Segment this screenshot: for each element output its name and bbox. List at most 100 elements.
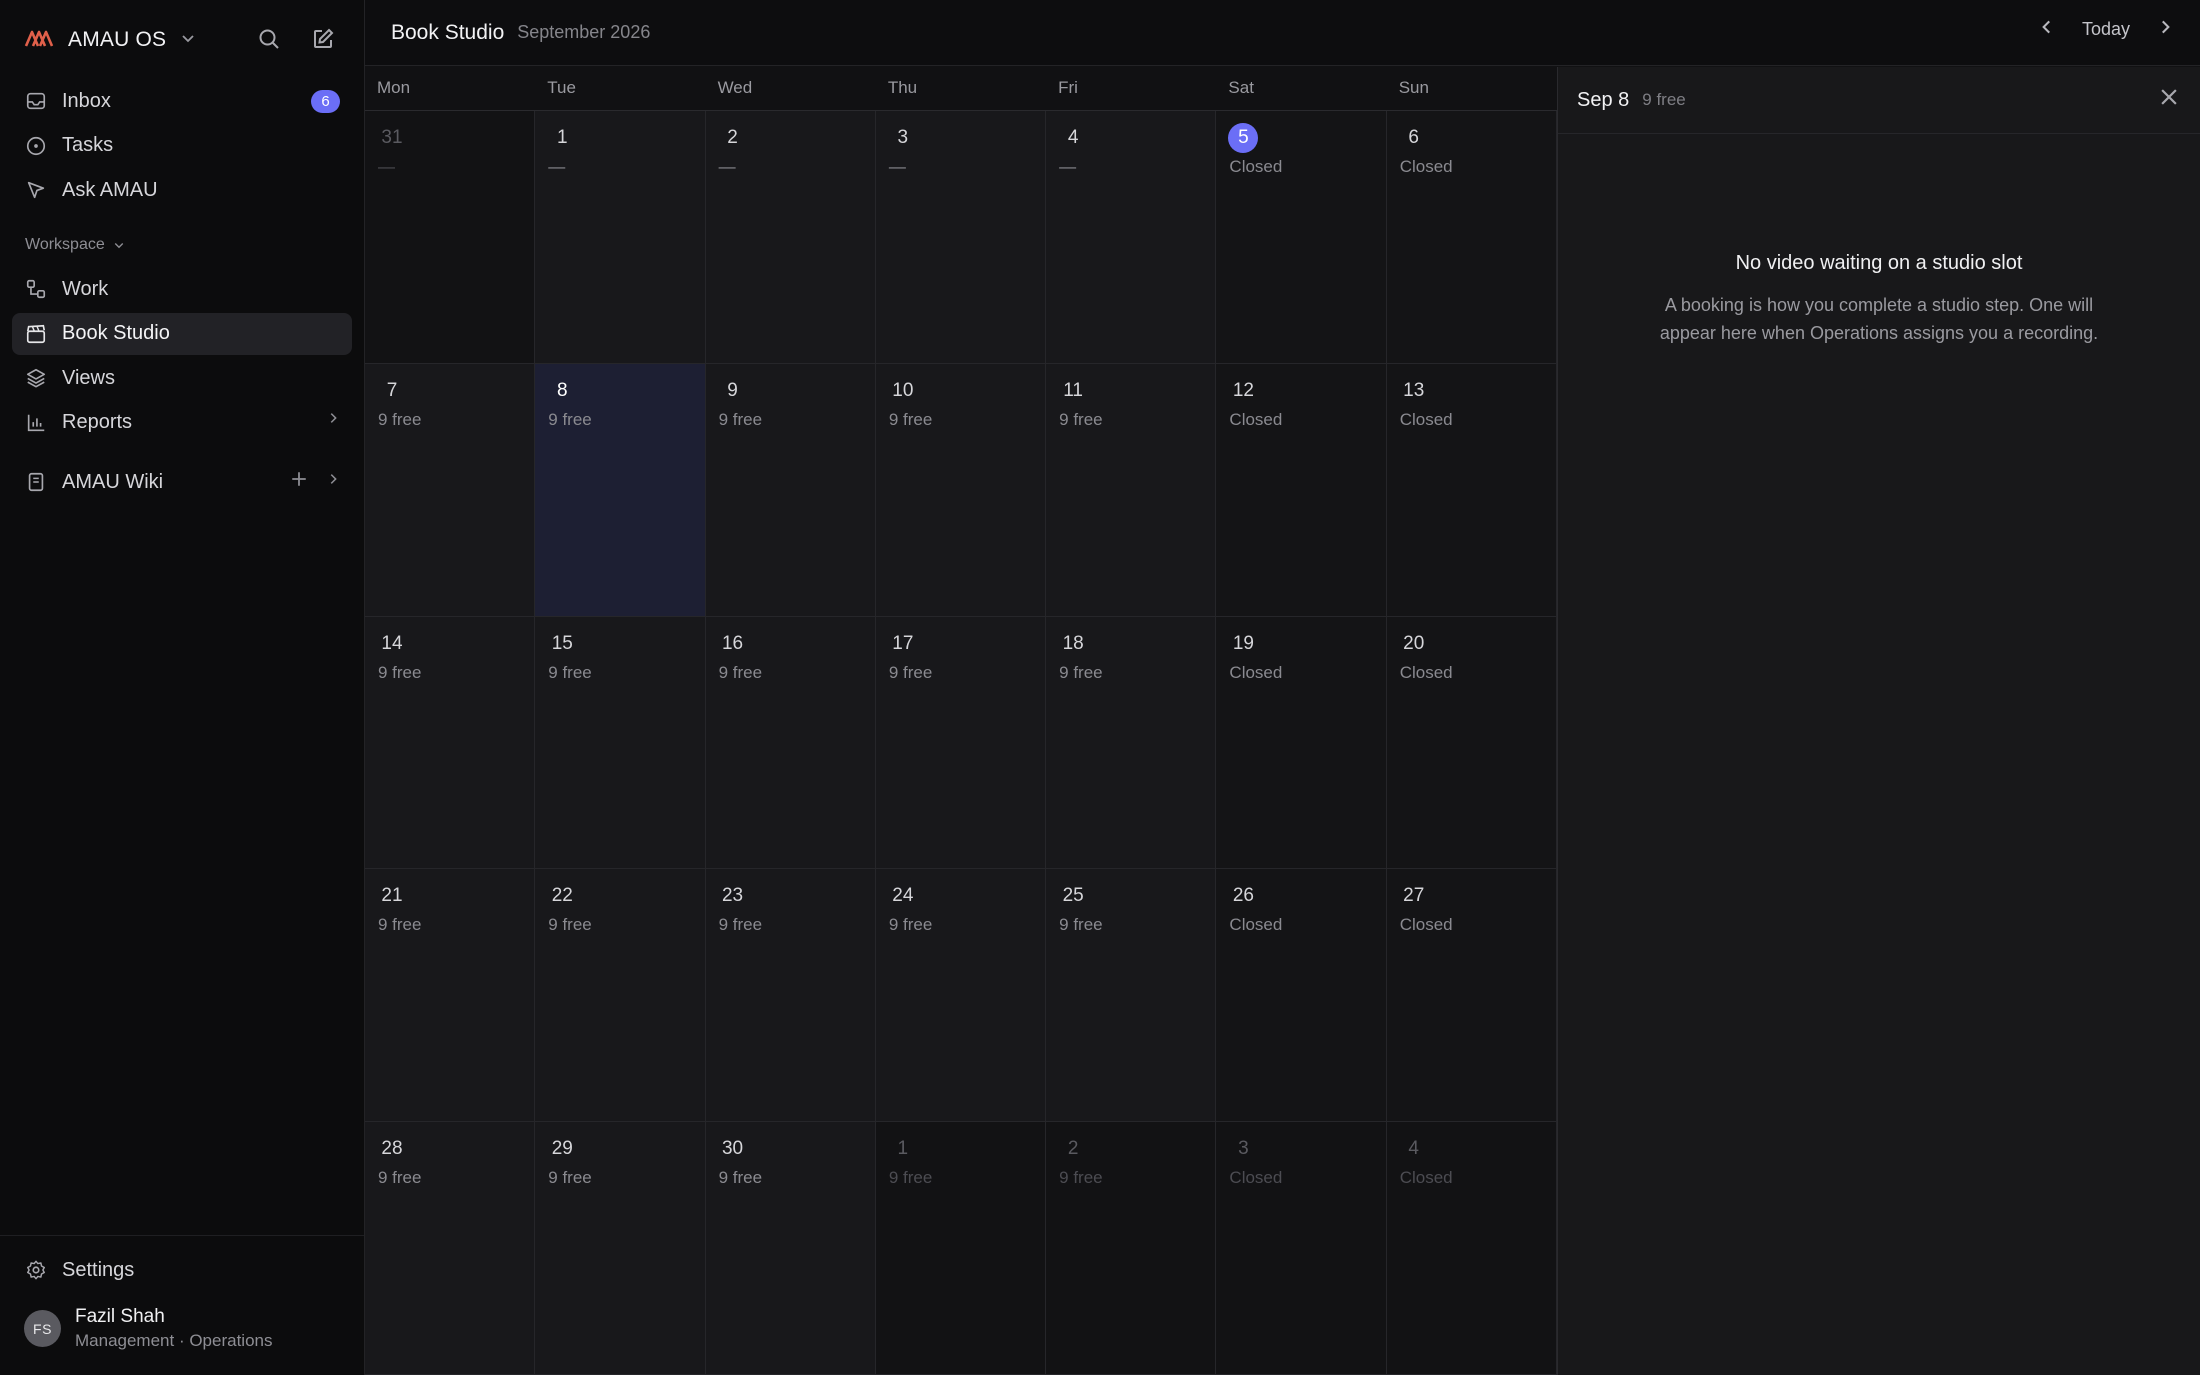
inbox-count-badge: 6 [311,90,340,113]
calendar-day-cell[interactable]: 2 9 free [1046,1122,1217,1375]
bar-chart-icon [24,411,48,435]
day-availability: 9 free [888,662,933,682]
calendar-day-cell[interactable]: 9 9 free [705,363,876,617]
calendar-day-cell[interactable]: 19 Closed [1216,616,1387,870]
day-number: 30 [721,1138,744,1160]
calendar-day-cell[interactable]: 14 9 free [365,616,536,870]
calendar-day-cell[interactable]: 5 Closed [1216,111,1387,364]
calendar-day-cell[interactable]: 16 9 free [705,616,876,870]
close-panel-button[interactable] [2158,86,2180,113]
calendar-day-cell[interactable]: 7 9 free [365,363,536,617]
day-availability: Closed [1229,662,1283,682]
calendar-day-cell[interactable]: 13 Closed [1386,363,1557,617]
current-month: September 2026 [517,22,651,42]
day-number: 12 [1232,379,1254,401]
user-profile[interactable]: FS Fazil Shah Management · Operations [24,1306,273,1351]
day-availability: 9 free [548,409,592,429]
calendar-day-cell[interactable]: 22 9 free [535,869,706,1123]
empty-state: No video waiting on a studio slot A book… [1558,252,2200,347]
prev-month-button[interactable] [2038,18,2056,41]
day-number: 21 [381,885,403,907]
day-number: 23 [721,885,744,907]
nav-inbox[interactable]: Inbox 6 [12,80,352,122]
main-area: Book Studio September 2026 Today Mon Tue… [365,0,2200,1375]
weekday-label: Fri [1058,78,1078,97]
nav-tasks[interactable]: Tasks [12,125,352,167]
calendar-day-cell[interactable]: 1 9 free [875,1122,1047,1375]
nav-views-label: Views [62,366,115,389]
calendar-day-cell[interactable]: 6 Closed [1386,111,1557,364]
today-button[interactable]: Today [2082,19,2130,40]
calendar-day-cell[interactable]: 24 9 free [875,869,1047,1123]
calendar-day-cell[interactable]: 12 Closed [1216,363,1387,617]
workspace-switcher[interactable]: AMAU OS [24,22,196,58]
weekday-label: Sun [1398,78,1429,97]
compose-button[interactable] [308,24,338,54]
day-availability: Closed [1399,409,1453,429]
calendar-day-cell[interactable]: 31 — [365,111,536,364]
day-availability: 9 free [718,1168,763,1188]
sidebar: AMAU OS Inbox 6 Tasks Ask AMAU Workspace… [0,0,365,1375]
calendar-day-cell[interactable]: 25 9 free [1046,869,1217,1123]
calendar-day-cell[interactable]: 8 9 free [535,363,706,617]
calendar-day-cell[interactable]: 26 Closed [1216,869,1387,1123]
calendar-day-cell[interactable]: 28 9 free [365,1122,536,1375]
calendar-day-cell[interactable]: 18 9 free [1046,616,1217,870]
wiki-nav: AMAU Wiki [12,461,352,506]
workspace-nav: Work Book Studio Views Reports [12,268,352,446]
chevron-right-icon[interactable] [326,472,340,486]
day-availability: 9 free [718,915,763,935]
day-availability: Closed [1229,409,1283,429]
nav-views[interactable]: Views [12,357,352,399]
calendar-day-cell[interactable]: 20 Closed [1386,616,1557,870]
calendar-day-cell[interactable]: 23 9 free [705,869,876,1123]
day-availability: 9 free [1059,409,1103,429]
calendar-day-cell[interactable]: 3 Closed [1216,1122,1387,1375]
nav-settings[interactable]: Settings [12,1249,352,1291]
nav-work[interactable]: Work [12,268,352,310]
workspace-label: Workspace [25,236,105,253]
search-button[interactable] [254,24,284,54]
calendar-day-cell[interactable]: 11 9 free [1046,363,1217,617]
empty-state-title: No video waiting on a studio slot [1735,252,2023,274]
calendar-day-cell[interactable]: 21 9 free [365,869,536,1123]
calendar-day-cell[interactable]: 3— [875,111,1047,364]
nav-book-studio-label: Book Studio [62,322,170,344]
calendar-day-cell[interactable]: 27 Closed [1386,869,1557,1123]
calendar-day-cell[interactable]: 4— [1046,111,1217,364]
day-number: 1 [897,1138,909,1160]
calendar-day-cell[interactable]: 10 9 free [875,363,1047,617]
calendar-day-cell[interactable]: 1— [535,111,706,364]
day-number: 24 [892,885,914,907]
day-availability: 9 free [548,1168,592,1188]
plus-icon[interactable] [290,470,308,488]
day-availability: 9 free [888,1168,933,1188]
chevron-right-icon [2162,20,2170,34]
page-title: Book Studio [391,20,505,44]
day-availability: — [1059,157,1077,176]
day-availability: 9 free [378,1168,422,1188]
gear-icon [24,1258,48,1282]
calendar-day-cell[interactable]: 29 9 free [535,1122,706,1375]
search-icon [259,29,279,49]
nav-amau-wiki[interactable]: AMAU Wiki [12,461,352,503]
day-availability: 9 free [378,915,422,935]
workspace-section-toggle[interactable]: Workspace [25,236,125,254]
day-detail-panel: Sep 8 9 free No video waiting on a studi… [1557,67,2200,1375]
day-availability: Closed [1229,1168,1283,1188]
day-number: 29 [551,1138,573,1160]
day-availability: 9 free [718,409,763,429]
calendar-day-cell[interactable]: 30 9 free [705,1122,876,1375]
nav-ask-amau[interactable]: Ask AMAU [12,169,352,211]
calendar-day-cell[interactable]: 15 9 free [535,616,706,870]
inbox-icon [24,89,48,113]
calendar-day-cell[interactable]: 2— [705,111,876,364]
day-number: 19 [1232,632,1254,654]
calendar-day-cell[interactable]: 4 Closed [1386,1122,1557,1375]
nav-reports[interactable]: Reports [12,402,352,444]
nav-book-studio[interactable]: Book Studio [12,312,352,355]
calendar-day-cell[interactable]: 17 9 free [875,616,1047,870]
next-month-button[interactable] [2156,18,2174,41]
day-number: 4 [1067,127,1079,148]
day-availability: 9 free [888,915,933,935]
